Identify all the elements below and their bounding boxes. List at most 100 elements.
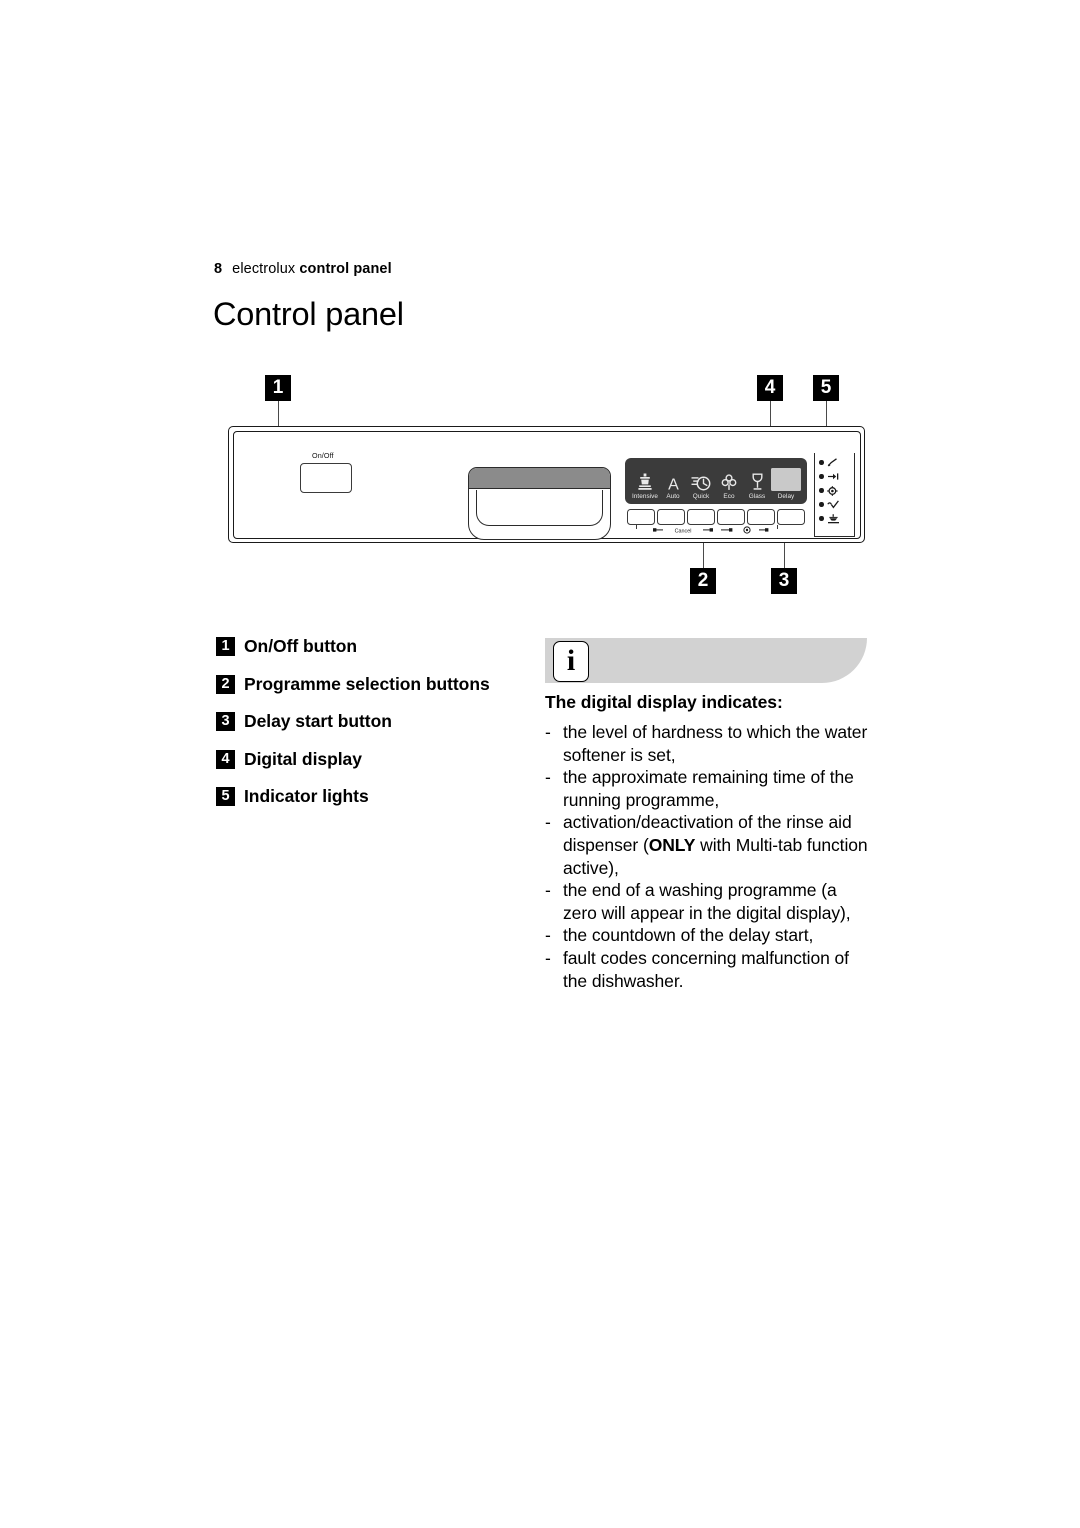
section-name: control panel xyxy=(299,261,392,277)
indicator-dot xyxy=(819,516,824,521)
info-item-text-6: fault codes concerning malfunction of th… xyxy=(563,947,849,991)
svg-text:A: A xyxy=(668,477,679,492)
programme-delay-label: Delay xyxy=(777,493,795,500)
programme-button-row xyxy=(625,509,807,525)
list-dash: - xyxy=(545,880,551,901)
programme-items: Intensive A Auto Quick Eco Glass Delay xyxy=(625,458,807,504)
indicator-light-1 xyxy=(819,457,840,468)
page-title: Control panel xyxy=(213,296,404,332)
onoff-group: On/Off xyxy=(300,451,366,495)
programme-auto: A Auto xyxy=(659,469,687,501)
info-item-text-1: the level of hardness to which the water… xyxy=(563,722,868,765)
programme-glass: Glass xyxy=(743,469,771,500)
legend-item-2: 2 Programme selection buttons xyxy=(216,674,516,695)
legend-label-5: Indicator lights xyxy=(244,786,369,806)
list-dash: - xyxy=(545,925,551,946)
programme-button-5[interactable] xyxy=(747,509,775,525)
legend-number-2: 2 xyxy=(216,674,235,694)
legend-number-5: 5 xyxy=(216,787,235,806)
programme-quick-label: Quick xyxy=(692,493,710,500)
programme-delay: Delay xyxy=(771,467,801,500)
legend-number-3: 3 xyxy=(216,712,235,731)
info-banner: i xyxy=(545,638,867,683)
callout-2: 2 xyxy=(690,568,716,594)
callout-5: 5 xyxy=(813,375,839,401)
legend-label-1: On/Off button xyxy=(244,636,358,656)
clock-fast-icon xyxy=(691,469,711,491)
list-dash: - xyxy=(545,812,551,833)
indicator-lights-group xyxy=(814,453,855,537)
button-function-markings: Cancel xyxy=(625,525,807,535)
onoff-button[interactable] xyxy=(300,463,352,493)
legend-item-4: 4 Digital display xyxy=(216,749,516,770)
drying-icon xyxy=(827,513,840,524)
end-tick-icon xyxy=(827,499,840,510)
door-handle[interactable] xyxy=(468,467,611,540)
rinse-aid-icon xyxy=(827,457,840,468)
clover-leaf-icon xyxy=(721,469,737,491)
info-list-item: - the end of a washing programme (a zero… xyxy=(545,879,870,924)
legend-label-4: Digital display xyxy=(244,748,362,769)
legend-item-5: 5 Indicator lights xyxy=(216,786,516,807)
page-number: 8 xyxy=(214,261,223,277)
programme-quick: Quick xyxy=(687,469,715,500)
multitab-icon xyxy=(827,485,840,496)
indicator-light-4 xyxy=(819,499,840,510)
info-heading: The digital display indicates: xyxy=(545,692,783,712)
programme-intensive: Intensive xyxy=(631,469,659,500)
indicator-dot xyxy=(819,460,824,465)
page-header: 8 electrolux control panel xyxy=(214,261,392,277)
info-item-text-2: the approximate remaining time of the ru… xyxy=(563,767,854,810)
indicator-light-5 xyxy=(819,513,840,524)
info-box: i The digital display indicates: - the l… xyxy=(545,638,870,992)
legend-number-1: 1 xyxy=(216,637,235,656)
info-list-item: - fault codes concerning malfunction of … xyxy=(545,947,870,992)
programme-button-1[interactable] xyxy=(627,509,655,525)
programme-label-strip: Intensive A Auto Quick Eco Glass Delay xyxy=(625,458,807,504)
programme-button-3[interactable] xyxy=(687,509,715,525)
programme-auto-label: Auto xyxy=(666,493,680,500)
info-item-text-5: the countdown of the delay start, xyxy=(563,925,814,946)
info-list: - the level of hardness to which the wat… xyxy=(545,721,870,992)
handle-top-bar xyxy=(469,468,610,490)
info-list-item: - the countdown of the delay start, xyxy=(545,924,870,947)
onoff-label: On/Off xyxy=(312,451,334,460)
programme-button-2[interactable] xyxy=(657,509,685,525)
legend-item-3: 3 Delay start button xyxy=(216,711,516,732)
programme-eco: Eco xyxy=(715,469,743,500)
callout-1: 1 xyxy=(265,375,291,401)
indicator-dot xyxy=(819,502,824,507)
legend-label-3: Delay start button xyxy=(244,711,392,731)
legend-item-1: 1 On/Off button xyxy=(216,636,516,657)
info-list-item: - the level of hardness to which the wat… xyxy=(545,721,870,766)
letter-a-icon: A xyxy=(666,469,681,492)
digital-display-box xyxy=(771,467,801,491)
indicator-dot xyxy=(819,488,824,493)
info-item-text-4: the end of a washing programme (a zero w… xyxy=(563,880,851,923)
handle-grip xyxy=(476,490,603,526)
wine-glass-icon xyxy=(751,469,764,491)
callout-4: 4 xyxy=(757,375,783,401)
indicator-dot xyxy=(819,474,824,479)
dishwasher-control-panel: On/Off Intensive A Auto Quick Eco Glass … xyxy=(228,426,865,543)
salt-icon xyxy=(827,471,840,482)
programme-intensive-label: Intensive xyxy=(631,493,659,500)
info-list-item: - the approximate remaining time of the … xyxy=(545,766,870,811)
programme-eco-label: Eco xyxy=(723,493,735,500)
programme-button-4[interactable] xyxy=(717,509,745,525)
indicator-light-3 xyxy=(819,485,840,496)
info-icon: i xyxy=(553,641,589,682)
pot-icon xyxy=(638,469,652,491)
legend-number-4: 4 xyxy=(216,749,235,769)
list-dash: - xyxy=(545,722,551,742)
indicator-light-2 xyxy=(819,471,840,482)
list-dash: - xyxy=(545,947,551,968)
figure-legend: 1 On/Off button 2 Programme selection bu… xyxy=(216,636,516,824)
callout-3: 3 xyxy=(771,568,797,594)
brand-name: electrolux xyxy=(232,261,296,277)
delay-start-button[interactable] xyxy=(777,509,805,525)
legend-label-2: Programme selection buttons xyxy=(244,673,490,694)
info-list-item: - activation/deactivation of the rinse a… xyxy=(545,811,870,879)
programme-glass-label: Glass xyxy=(748,493,766,500)
control-panel-figure: 1 4 5 2 3 On/Off Intensive A Auto Quick … xyxy=(228,372,868,597)
